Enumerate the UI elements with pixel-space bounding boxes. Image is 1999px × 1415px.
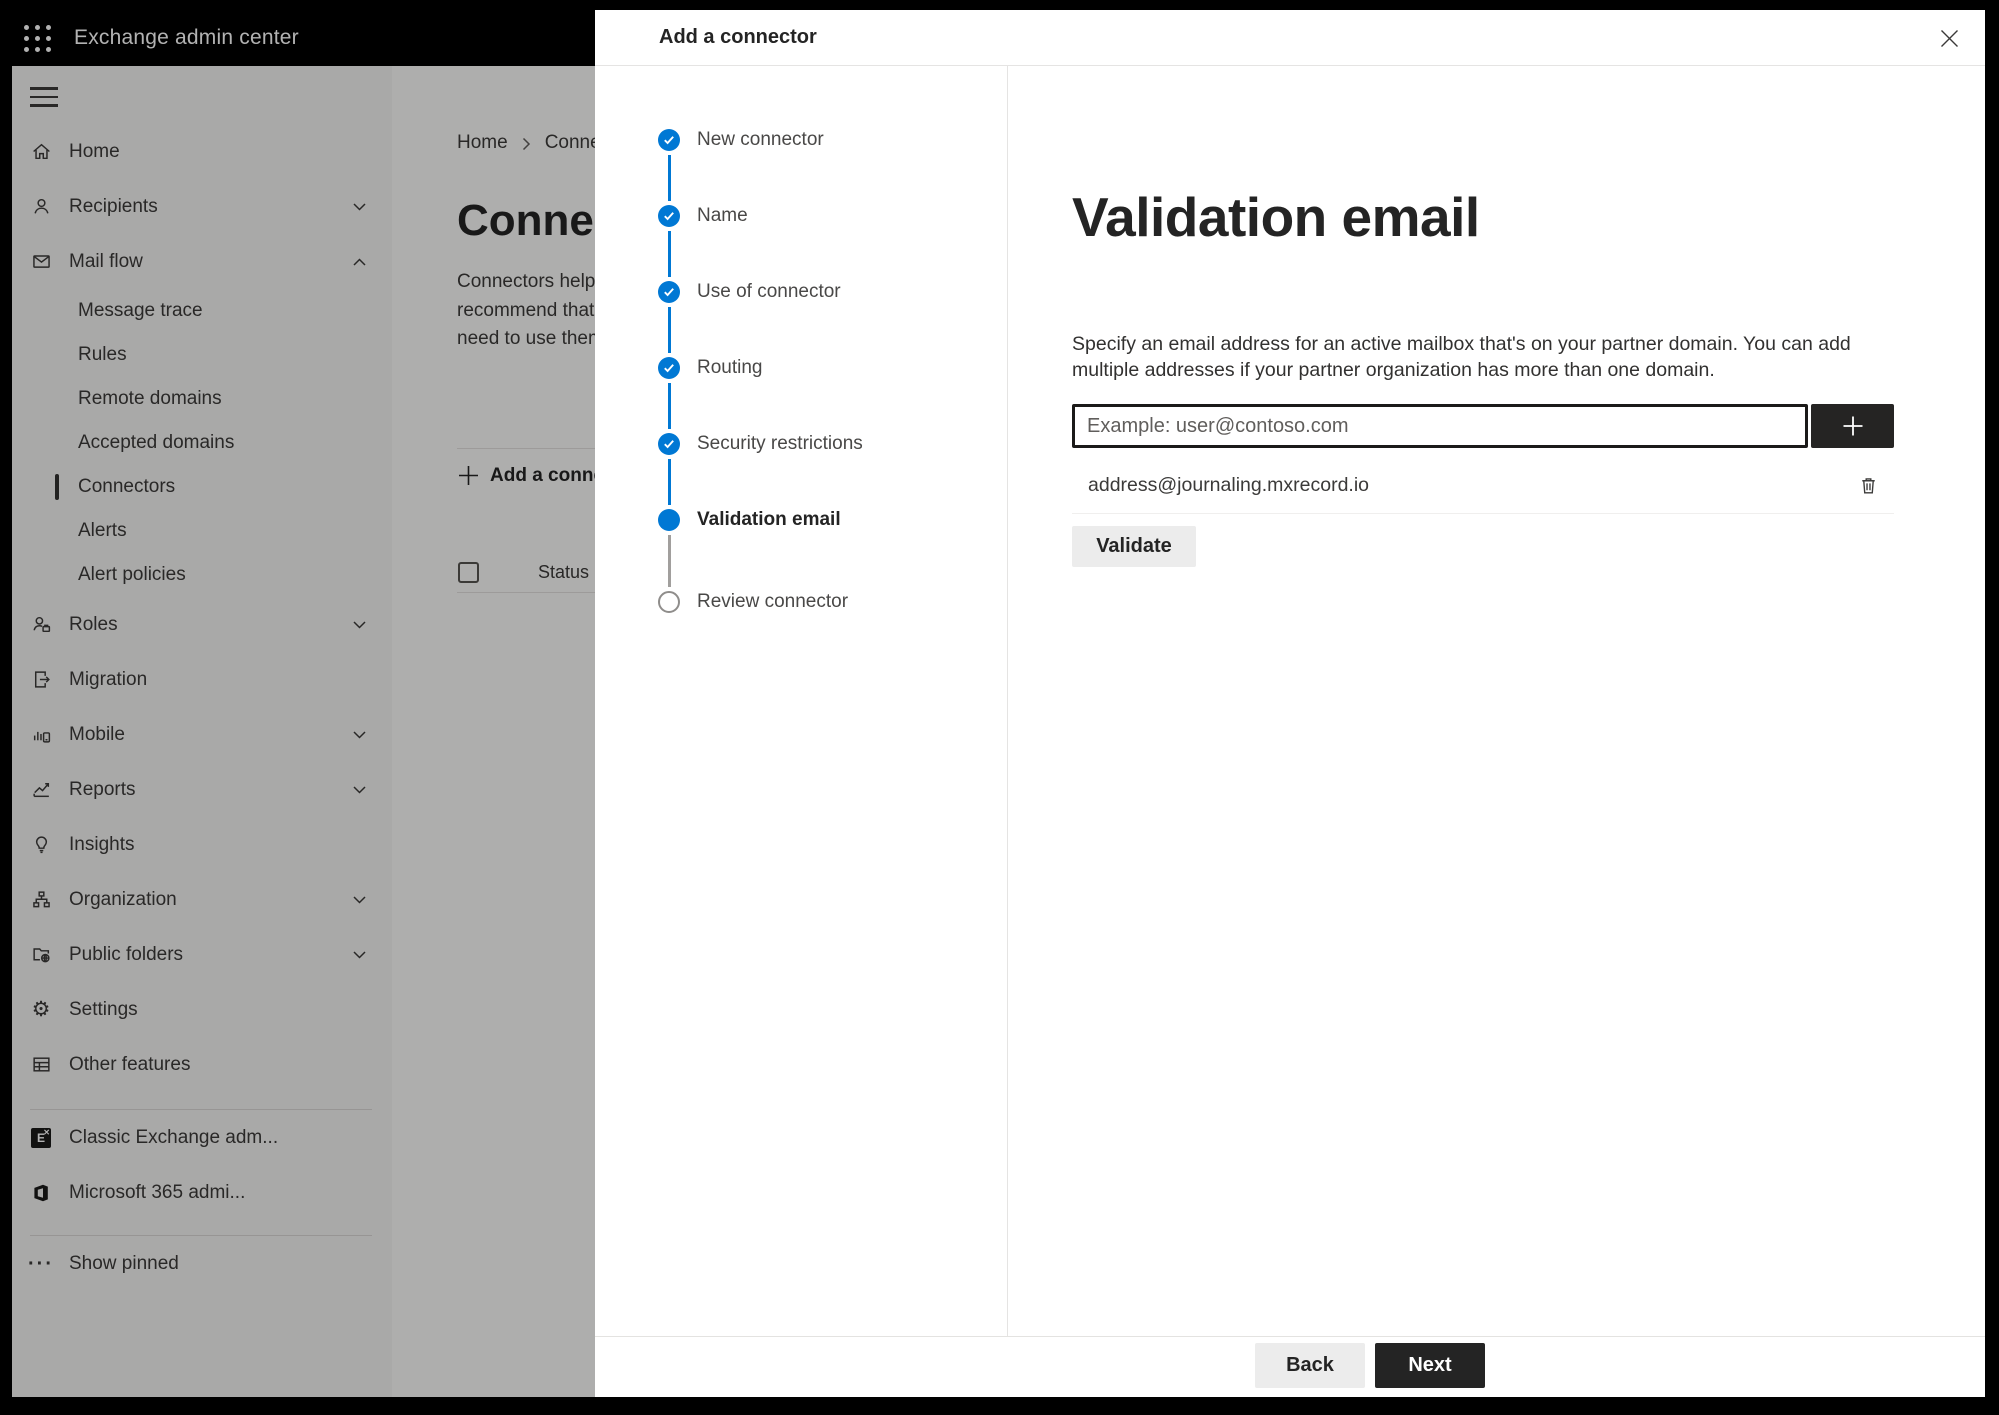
step-check-icon	[658, 357, 680, 379]
email-input-row	[1072, 404, 1894, 448]
step-check-icon	[658, 129, 680, 151]
step-heading: Validation email	[1072, 186, 1480, 248]
validation-email-step: Validation email Specify an email addres…	[1008, 66, 1985, 1336]
step-check-icon	[658, 281, 680, 303]
panel-title: Add a connector	[659, 26, 817, 48]
trash-icon	[1858, 475, 1879, 496]
panel-header: Add a connector	[595, 10, 1985, 66]
step-name[interactable]: Name	[595, 205, 1007, 281]
step-validation-email[interactable]: Validation email	[595, 509, 1007, 587]
wizard-steps: New connector Name Use of connector Rout…	[595, 66, 1008, 1336]
step-use-of-connector[interactable]: Use of connector	[595, 281, 1007, 357]
exchange-admin-app: Exchange admin center Home Recipients Ma…	[12, 10, 1985, 1397]
add-connector-panel: Add a connector New connector Name Use o…	[595, 10, 1985, 1397]
close-button[interactable]	[1931, 20, 1967, 56]
email-input[interactable]	[1072, 404, 1808, 448]
back-button[interactable]: Back	[1255, 1343, 1365, 1388]
step-upcoming-dot	[658, 591, 680, 613]
step-review-connector[interactable]: Review connector	[595, 591, 1007, 631]
validate-button[interactable]: Validate	[1072, 526, 1196, 567]
step-check-icon	[658, 205, 680, 227]
plus-icon	[1841, 414, 1865, 438]
panel-footer: Back Next	[595, 1336, 1985, 1397]
add-email-button[interactable]	[1811, 404, 1894, 448]
step-check-icon	[658, 433, 680, 455]
next-button[interactable]: Next	[1375, 1343, 1485, 1388]
address-list-item: address@journaling.mxrecord.io	[1072, 464, 1894, 506]
screenshot-frame: Exchange admin center Home Recipients Ma…	[0, 0, 1999, 1415]
delete-address-button[interactable]	[1848, 465, 1888, 505]
address-text: address@journaling.mxrecord.io	[1088, 473, 1370, 496]
step-new-connector[interactable]: New connector	[595, 129, 1007, 205]
close-icon	[1940, 29, 1959, 48]
step-description: Specify an email address for an active m…	[1072, 333, 1851, 381]
step-routing[interactable]: Routing	[595, 357, 1007, 433]
step-current-dot	[658, 509, 680, 531]
step-security-restrictions[interactable]: Security restrictions	[595, 433, 1007, 509]
divider	[1072, 513, 1894, 514]
